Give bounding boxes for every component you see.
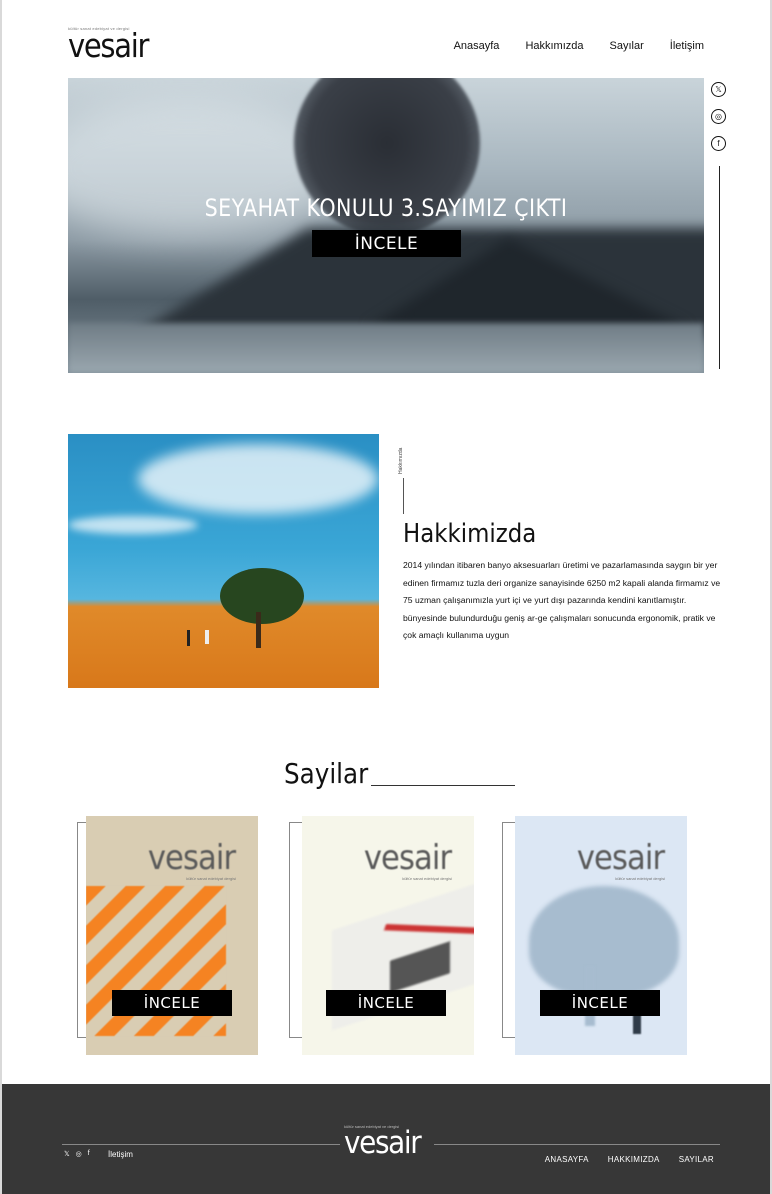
footer-divider-right xyxy=(434,1144,720,1145)
issue-card-3[interactable]: vesair kültür sanat edebiyat dergisi İNC… xyxy=(515,816,687,1055)
hero-incele-button[interactable]: İNCELE xyxy=(312,230,461,257)
nav-iletisim[interactable]: İletişim xyxy=(670,40,704,52)
about-image xyxy=(68,434,379,688)
instagram-icon[interactable]: ◎ xyxy=(711,109,726,124)
about-cloud xyxy=(138,444,378,514)
about-tree-trunk xyxy=(256,612,261,648)
cover-trees xyxy=(529,886,679,996)
twitter-icon[interactable]: 𝕏 xyxy=(711,82,726,97)
issue-1-incele-button[interactable]: İNCELE xyxy=(112,990,232,1016)
about-heading: Hakkimizda xyxy=(403,519,537,549)
issue-card-1[interactable]: vesair kültür sanat edebiyat dergisi İNC… xyxy=(86,816,258,1055)
social-sidebar: 𝕏 ◎ f xyxy=(711,82,726,163)
about-person xyxy=(205,630,209,644)
nav-sayilar[interactable]: Sayılar xyxy=(610,40,644,52)
footer-nav-hakkimizda[interactable]: HAKKIMIZDA xyxy=(608,1155,660,1164)
about-cloud-small xyxy=(68,516,198,534)
site-logo[interactable]: kültür sanat edebiyat ve dergisi vesair xyxy=(68,26,159,65)
issue-3-incele-button[interactable]: İNCELE xyxy=(540,990,660,1016)
footer-nav-anasayfa[interactable]: ANASAYFA xyxy=(545,1155,589,1164)
logo-wordmark: vesair xyxy=(68,26,149,65)
footer-logo-wordmark: vesair xyxy=(344,1125,422,1161)
footer-nav-sayilar[interactable]: SAYILAR xyxy=(679,1155,714,1164)
footer-social: 𝕏 ◎ f xyxy=(64,1150,90,1158)
main-nav: Anasayfa Hakkımızda Sayılar İletişim xyxy=(454,40,704,52)
footer-logo[interactable]: kültür sanat edebiyat ve dergisi vesair xyxy=(344,1124,429,1161)
cover-subtitle: kültür sanat edebiyat dergisi xyxy=(615,876,665,881)
about-side-label: Hakkımızda xyxy=(398,447,404,474)
cover-subtitle: kültür sanat edebiyat dergisi xyxy=(402,876,452,881)
page-border-left xyxy=(0,0,2,1194)
issues-heading-underline xyxy=(371,785,515,786)
hero-title: SEYAHAT KONULU 3.SAYIMIZ ÇIKTI xyxy=(204,194,568,222)
hero-ground xyxy=(68,323,704,373)
hero-banner: SEYAHAT KONULU 3.SAYIMIZ ÇIKTI İNCELE xyxy=(68,78,704,373)
issue-card-2[interactable]: vesair kültür sanat edebiyat dergisi İNC… xyxy=(302,816,474,1055)
about-vertical-bar xyxy=(403,478,404,514)
site-footer: kültür sanat edebiyat ve dergisi vesair … xyxy=(2,1084,770,1194)
about-tree-crown xyxy=(220,568,304,624)
cover-title: vesair xyxy=(576,838,665,878)
issue-2-incele-button[interactable]: İNCELE xyxy=(326,990,446,1016)
issues-heading: Sayilar xyxy=(284,757,369,790)
instagram-icon[interactable]: ◎ xyxy=(76,1150,82,1158)
footer-nav: ANASAYFA HAKKIMIZDA SAYILAR xyxy=(545,1155,714,1164)
cover-subtitle: kültür sanat edebiyat dergisi xyxy=(186,876,236,881)
cover-title: vesair xyxy=(147,838,236,878)
nav-hakkimizda[interactable]: Hakkımızda xyxy=(525,40,583,52)
card-bracket xyxy=(289,822,302,1038)
cover-title: vesair xyxy=(363,838,452,878)
footer-divider-left xyxy=(62,1144,340,1145)
card-bracket xyxy=(502,822,515,1038)
twitter-icon[interactable]: 𝕏 xyxy=(64,1150,70,1158)
facebook-icon[interactable]: f xyxy=(88,1150,90,1158)
about-person xyxy=(187,630,190,646)
nav-anasayfa[interactable]: Anasayfa xyxy=(454,40,500,52)
about-text: 2014 yılından itibaren banyo aksesuarlar… xyxy=(403,560,721,641)
facebook-icon[interactable]: f xyxy=(711,136,726,151)
social-divider-line xyxy=(719,166,720,369)
footer-contact-link[interactable]: İletişim xyxy=(108,1150,133,1159)
